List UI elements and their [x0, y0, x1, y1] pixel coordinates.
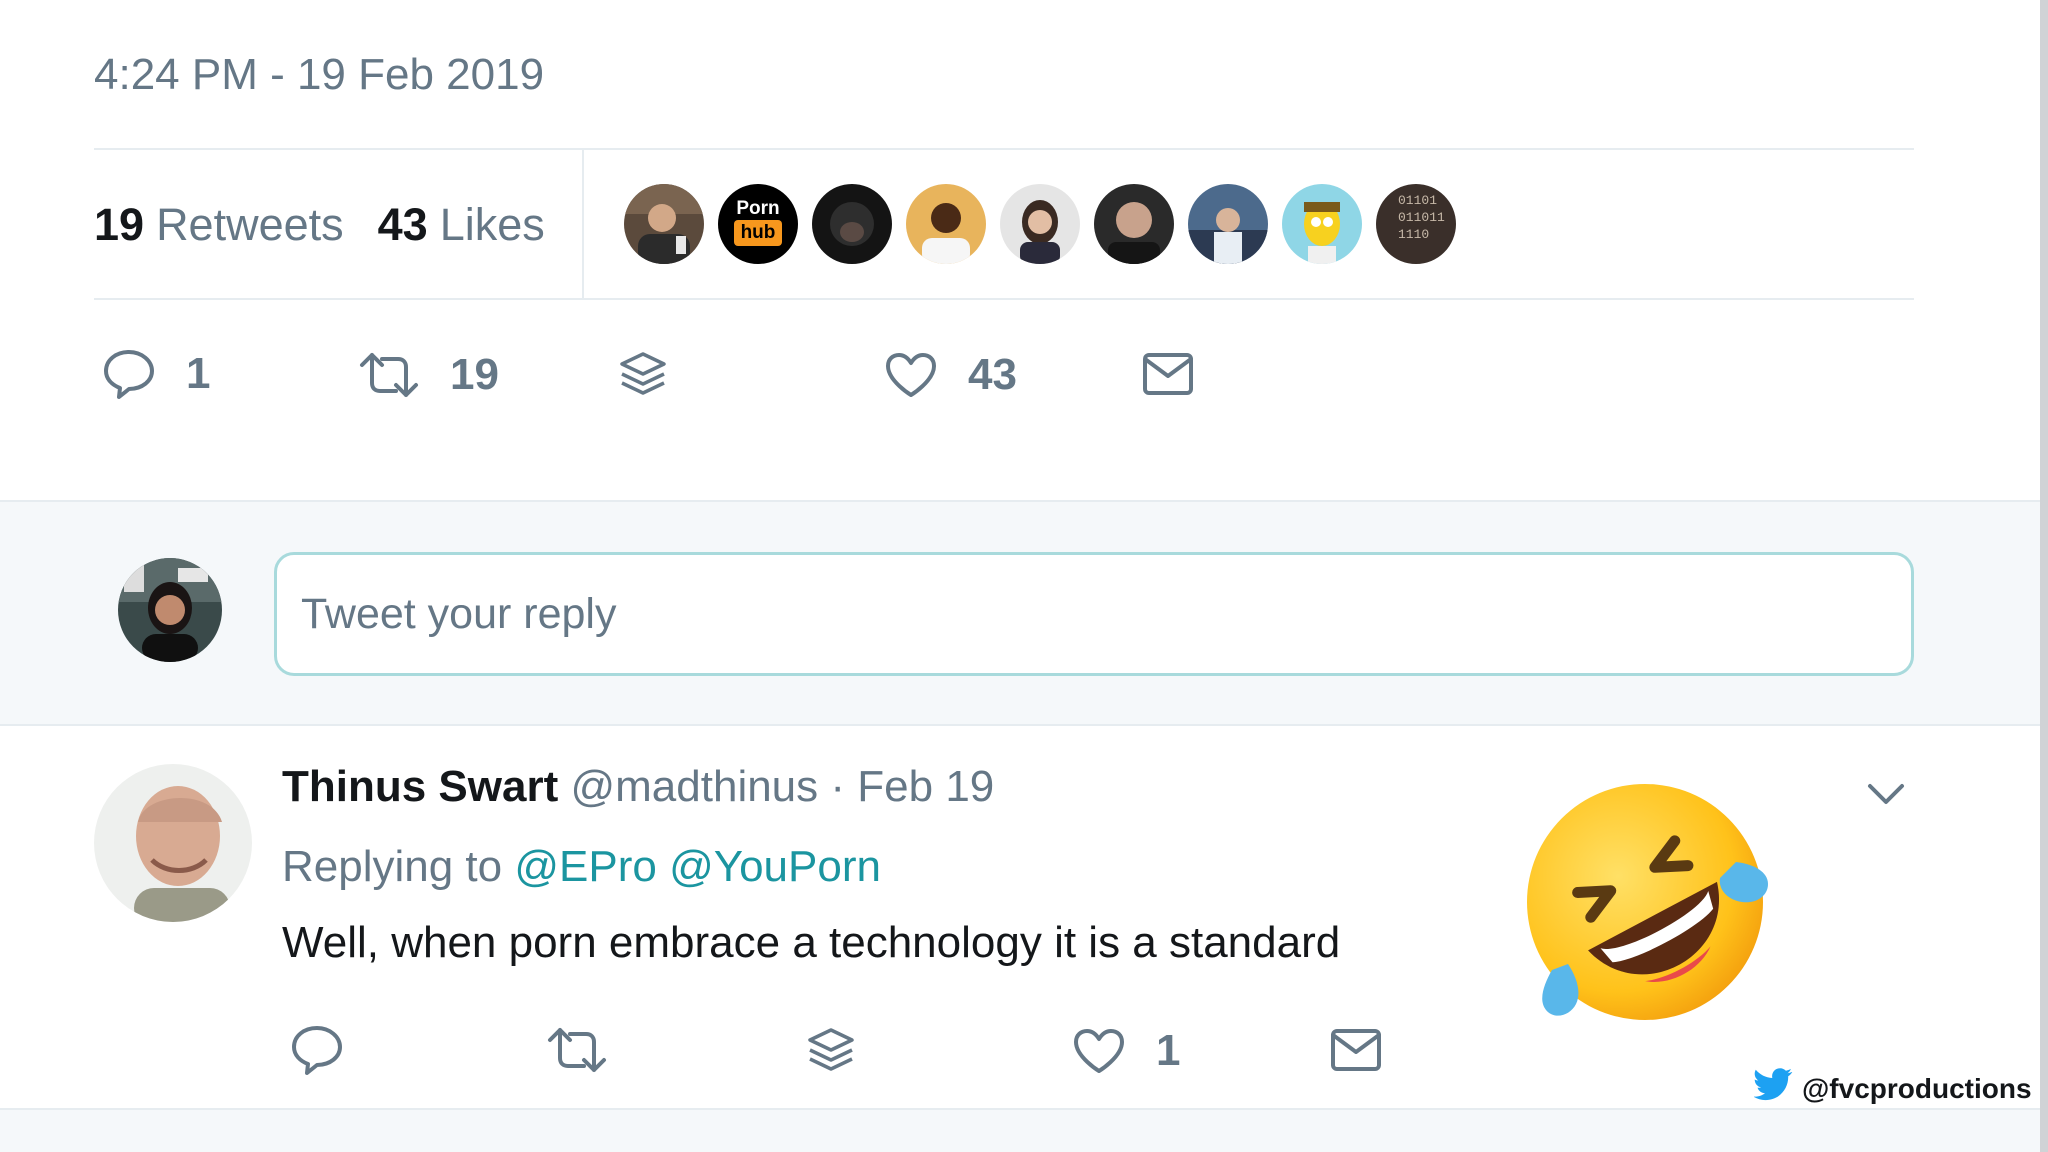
retweet-icon — [546, 1026, 608, 1074]
tweet-detail-page: 4:24 PM - 19 Feb 2019 19 Retweets 43 Likes… — [0, 0, 2048, 1152]
pornhub-logo-text-1: Porn — [736, 198, 780, 219]
direct-message-action[interactable] — [1142, 352, 1194, 396]
layers-icon — [618, 350, 668, 400]
retweets-stat[interactable]: 19 Retweets — [94, 199, 344, 251]
binary-text: 01101 011011 1110 — [1398, 193, 1445, 242]
next-item-band — [0, 1108, 2040, 1152]
reply-input[interactable] — [274, 552, 1914, 676]
liker-avatar-8[interactable] — [1282, 184, 1362, 264]
like-count: 43 — [968, 350, 1017, 399]
header-separator: · — [830, 762, 846, 811]
chevron-down-icon[interactable] — [1862, 774, 1910, 814]
likes-label: Likes — [439, 199, 545, 250]
reply-icon — [290, 1024, 344, 1076]
reply-tweet-dm-action[interactable] — [1330, 1028, 1382, 1072]
reply-tweet-like-action[interactable]: 1 — [1072, 1026, 1180, 1076]
watermark-handle: @fvcproductions — [1802, 1072, 2032, 1104]
like-action[interactable]: 43 — [884, 350, 1017, 400]
mention-epro[interactable]: @EPro — [514, 842, 656, 891]
window-edge — [2040, 0, 2048, 1152]
heart-icon — [884, 351, 938, 399]
retweet-count: 19 — [450, 350, 499, 399]
layers-icon — [806, 1026, 856, 1076]
reply-author-handle[interactable]: @madthinus — [570, 762, 818, 811]
retweet-icon — [358, 351, 420, 399]
stats-divider — [582, 150, 584, 300]
envelope-icon — [1330, 1028, 1382, 1072]
tweet-timestamp[interactable]: 4:24 PM - 19 Feb 2019 — [94, 50, 544, 100]
divider — [94, 298, 1914, 300]
liker-avatar-1[interactable] — [624, 184, 704, 264]
likes-stat[interactable]: 43 Likes — [378, 199, 545, 251]
pornhub-logo-text-2: hub — [734, 220, 782, 246]
liker-avatar-9[interactable]: 01101 011011 1110 — [1376, 184, 1456, 264]
reply-action[interactable]: 1 — [102, 348, 210, 400]
reply-icon — [102, 348, 156, 400]
replying-to: Replying to @EPro @YouPorn — [282, 842, 881, 892]
reply-tweet-like-count: 1 — [1156, 1026, 1181, 1075]
liker-avatar-7[interactable] — [1188, 184, 1268, 264]
current-user-avatar[interactable] — [118, 558, 222, 662]
reply-count: 1 — [186, 349, 211, 398]
reply-tweet-layers-action[interactable] — [806, 1026, 856, 1076]
likes-count: 43 — [377, 199, 428, 250]
tweet-stats: 19 Retweets 43 Likes — [94, 150, 579, 300]
layers-action[interactable] — [618, 350, 668, 400]
liker-avatar-5[interactable] — [1000, 184, 1080, 264]
reply-author-avatar[interactable] — [94, 764, 252, 922]
mention-youporn[interactable]: @YouPorn — [669, 842, 881, 891]
liker-avatar-pornhub[interactable]: Porn hub — [718, 184, 798, 264]
reply-tweet-reply-action[interactable] — [290, 1024, 344, 1076]
reply-author-name[interactable]: Thinus Swart — [282, 762, 558, 811]
liker-avatar-6[interactable] — [1094, 184, 1174, 264]
reply-tweet-header: Thinus Swart @madthinus · Feb 19 — [282, 762, 994, 812]
reply-tweet-text: Well, when porn embrace a technology it … — [282, 918, 1341, 967]
reply-tweet-retweet-action[interactable] — [546, 1026, 608, 1074]
liker-avatar-3[interactable] — [812, 184, 892, 264]
retweets-label: Retweets — [156, 199, 344, 250]
twitter-bird-icon — [1753, 1068, 1794, 1109]
retweets-count: 19 — [94, 199, 145, 250]
liker-avatar-4[interactable] — [906, 184, 986, 264]
replying-to-label: Replying to — [282, 842, 503, 891]
envelope-icon — [1142, 352, 1194, 396]
retweet-action[interactable]: 19 — [358, 350, 499, 400]
heart-icon — [1072, 1027, 1126, 1075]
watermark: @fvcproductions — [1753, 1068, 2032, 1109]
rolling-laughing-emoji-icon — [1510, 772, 1780, 1032]
reply-tweet-date[interactable]: Feb 19 — [857, 762, 994, 811]
liker-avatars: Porn hub 01101 011011 1110 — [624, 184, 1470, 264]
